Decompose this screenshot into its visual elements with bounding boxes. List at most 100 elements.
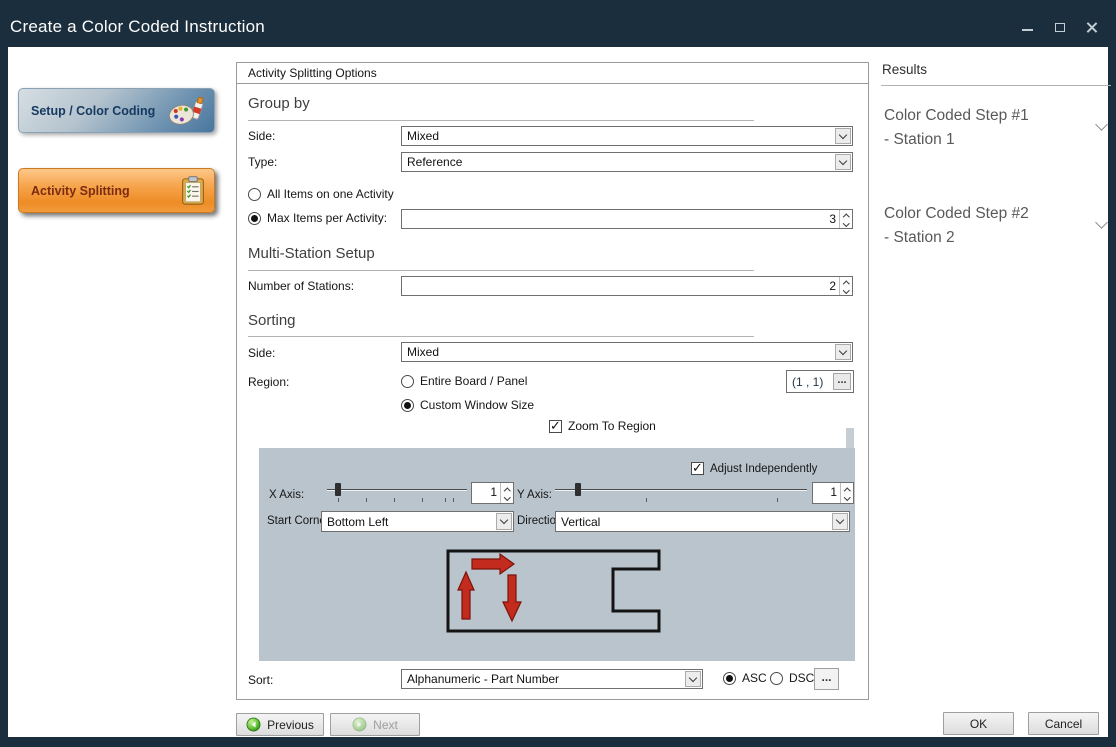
close-button[interactable]	[1084, 20, 1100, 36]
radio-all-items-on-one-activity[interactable]: All Items on one Activity	[248, 187, 394, 201]
button-label: Previous	[267, 718, 314, 732]
activity-splitting-options-panel: Activity Splitting Options Group by Side…	[236, 62, 869, 700]
slider-track	[555, 489, 807, 491]
radio-icon	[401, 399, 414, 412]
sidebar-item-activity-splitting[interactable]: Activity Splitting	[18, 168, 215, 213]
checkbox-label: Zoom To Region	[568, 419, 656, 433]
group-by-type-select[interactable]: Reference	[401, 152, 853, 172]
radio-sort-dsc[interactable]: DSC	[770, 671, 814, 685]
down-arrow-icon	[503, 575, 521, 621]
input-value: 1	[813, 483, 840, 503]
previous-button[interactable]: Previous	[236, 713, 324, 736]
slider-track	[327, 489, 467, 491]
radio-icon	[401, 375, 414, 388]
adjust-independently-checkbox[interactable]: Adjust Independently	[691, 462, 817, 475]
region-browse-button[interactable]: ...	[833, 373, 851, 390]
slider-thumb[interactable]	[335, 483, 341, 496]
button-label: Cancel	[1045, 717, 1082, 731]
result-title: Color Coded Step #2 - Station 2	[884, 202, 1066, 250]
selected-value: Mixed	[407, 345, 439, 359]
section-heading-sorting: Sorting	[248, 312, 296, 329]
sidebar-item-label: Activity Splitting	[31, 184, 166, 198]
slider-thumb[interactable]	[575, 483, 581, 496]
section-heading-multi-station: Multi-Station Setup	[248, 245, 375, 262]
radio-icon	[248, 188, 261, 201]
chevron-down-icon	[835, 128, 851, 144]
minimize-button[interactable]	[1020, 20, 1036, 36]
y-axis-slider[interactable]	[555, 482, 807, 502]
divider	[248, 120, 754, 121]
window-title: Create a Color Coded Instruction	[10, 17, 265, 37]
previous-icon	[246, 717, 261, 732]
number-of-stations-label: Number of Stations:	[248, 279, 354, 293]
chevron-down-icon[interactable]	[1095, 216, 1108, 229]
spinner-control[interactable]	[839, 277, 852, 295]
sort-select[interactable]: Alphanumeric - Part Number	[401, 669, 703, 689]
scrollbar-fragment[interactable]	[846, 428, 854, 449]
divider	[881, 85, 1111, 86]
radio-entire-board-panel[interactable]: Entire Board / Panel	[401, 374, 527, 388]
spinner-control[interactable]	[840, 483, 853, 503]
radio-label: ASC	[742, 671, 767, 685]
radio-label: DSC	[789, 671, 814, 685]
start-corner-select[interactable]: Bottom Left	[321, 511, 514, 532]
board-direction-diagram	[446, 549, 661, 638]
result-item-step-2[interactable]: Color Coded Step #2 - Station 2	[884, 202, 1106, 250]
radio-icon	[723, 672, 736, 685]
maximize-icon	[1055, 23, 1065, 32]
next-icon	[352, 717, 367, 732]
chevron-down-icon[interactable]	[1095, 118, 1108, 131]
palette-icon	[166, 96, 206, 126]
group-by-side-select[interactable]: Mixed	[401, 126, 853, 146]
next-button[interactable]: Next	[330, 713, 420, 736]
number-of-stations-input[interactable]: 2	[401, 276, 853, 296]
sorting-side-select[interactable]: Mixed	[401, 342, 853, 362]
maximize-button[interactable]	[1052, 20, 1068, 36]
selected-value: Mixed	[407, 129, 439, 143]
sidebar-item-setup-color-coding[interactable]: Setup / Color Coding	[18, 88, 215, 133]
cancel-button[interactable]: Cancel	[1028, 712, 1099, 735]
selected-value: Alphanumeric - Part Number	[407, 672, 559, 686]
side-label: Side:	[248, 129, 275, 143]
panel-header: Activity Splitting Options	[237, 63, 868, 84]
x-axis-input[interactable]: 1	[471, 482, 514, 504]
y-axis-input[interactable]: 1	[812, 482, 854, 504]
result-title: Color Coded Step #1 - Station 1	[884, 104, 1066, 152]
radio-icon	[770, 672, 783, 685]
zoom-to-region-checkbox[interactable]: Zoom To Region	[549, 419, 656, 433]
input-value: 2	[402, 277, 839, 295]
radio-custom-window-size[interactable]: Custom Window Size	[401, 398, 534, 412]
region-coordinates-field[interactable]: (1 , 1) ...	[786, 370, 854, 393]
close-icon	[1084, 20, 1100, 36]
checkbox-label: Adjust Independently	[710, 463, 817, 475]
sorting-side-label: Side:	[248, 346, 275, 360]
spinner-control[interactable]	[500, 483, 513, 503]
spinner-control[interactable]	[839, 210, 852, 228]
radio-sort-asc[interactable]: ASC	[723, 671, 767, 685]
button-label: Next	[373, 718, 398, 732]
selected-value: Reference	[407, 155, 462, 169]
divider	[248, 270, 754, 271]
radio-max-items-per-activity[interactable]: Max Items per Activity:	[248, 211, 387, 225]
chevron-down-icon	[496, 513, 512, 530]
result-item-step-1[interactable]: Color Coded Step #1 - Station 1	[884, 104, 1106, 152]
direction-select[interactable]: Vertical	[555, 511, 850, 532]
checkbox-icon	[691, 462, 704, 475]
divider	[248, 336, 754, 337]
selected-value: Bottom Left	[327, 515, 388, 529]
chevron-down-icon	[685, 671, 701, 687]
up-arrow-icon	[458, 572, 474, 619]
max-items-input[interactable]: 3	[401, 209, 853, 229]
dialog-content: Setup / Color Coding Act	[8, 47, 1108, 737]
input-value: 3	[402, 210, 839, 228]
x-axis-slider[interactable]	[327, 482, 467, 502]
results-heading: Results	[882, 62, 927, 77]
radio-label: Entire Board / Panel	[420, 374, 527, 388]
x-axis-label: X Axis:	[269, 489, 304, 501]
type-label: Type:	[248, 155, 277, 169]
titlebar: Create a Color Coded Instruction	[0, 0, 1116, 47]
sort-more-button[interactable]: ...	[814, 668, 839, 690]
section-heading-group-by: Group by	[248, 95, 310, 112]
input-value: 1	[472, 483, 500, 503]
ok-button[interactable]: OK	[943, 712, 1014, 735]
